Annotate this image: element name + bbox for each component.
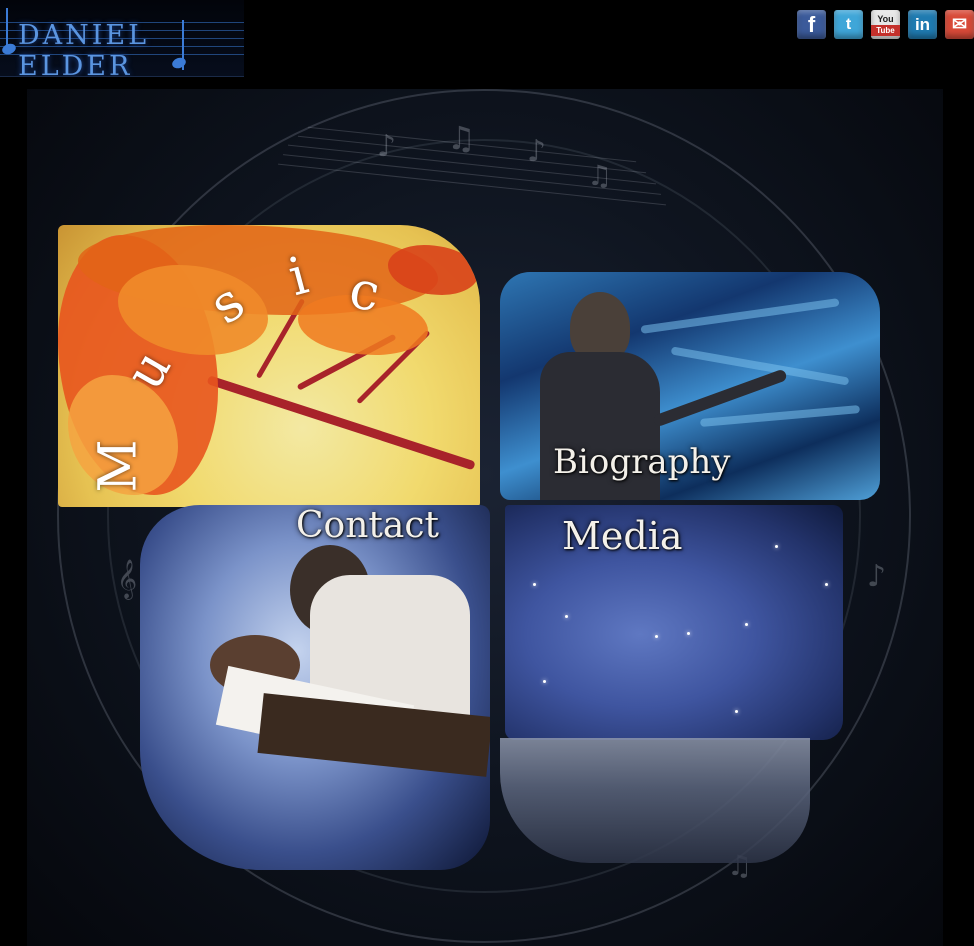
music-note-icon: ♫ [587, 159, 613, 192]
facebook-glyph: f [807, 11, 816, 37]
nav-media[interactable]: Media [562, 514, 683, 558]
facebook-icon[interactable]: f [797, 10, 826, 39]
youtube-icon[interactable]: You Tube [871, 10, 900, 39]
music-note-icon: 𝄞 [117, 559, 138, 599]
music-note-icon: ♪ [377, 129, 397, 164]
youtube-glyph-bottom: Tube [871, 25, 900, 36]
contact-tile[interactable] [140, 505, 490, 870]
tree-branch [206, 375, 476, 471]
logo-text: DANIEL ELDER [18, 20, 150, 77]
twitter-icon[interactable]: t [834, 10, 863, 39]
nav-biography[interactable]: Biography [553, 442, 731, 482]
music-note-icon: ♪ [527, 134, 547, 169]
water-reflection [500, 738, 810, 863]
music-note-icon: ♪ [867, 559, 887, 594]
email-glyph: ✉ [951, 14, 968, 34]
nav-music-letter[interactable]: M [89, 439, 149, 492]
nav-contact[interactable]: Contact [296, 505, 439, 546]
linkedin-glyph: in [914, 14, 931, 34]
music-note-icon: ♫ [447, 119, 476, 157]
youtube-glyph-top: You [877, 14, 894, 24]
twitter-glyph: t [845, 15, 852, 33]
site-logo[interactable]: DANIEL ELDER [0, 0, 244, 77]
logo-note-stem [6, 8, 8, 48]
email-icon[interactable]: ✉ [945, 10, 974, 39]
social-links: f t You Tube in ✉ [797, 10, 974, 39]
linkedin-icon[interactable]: in [908, 10, 937, 39]
